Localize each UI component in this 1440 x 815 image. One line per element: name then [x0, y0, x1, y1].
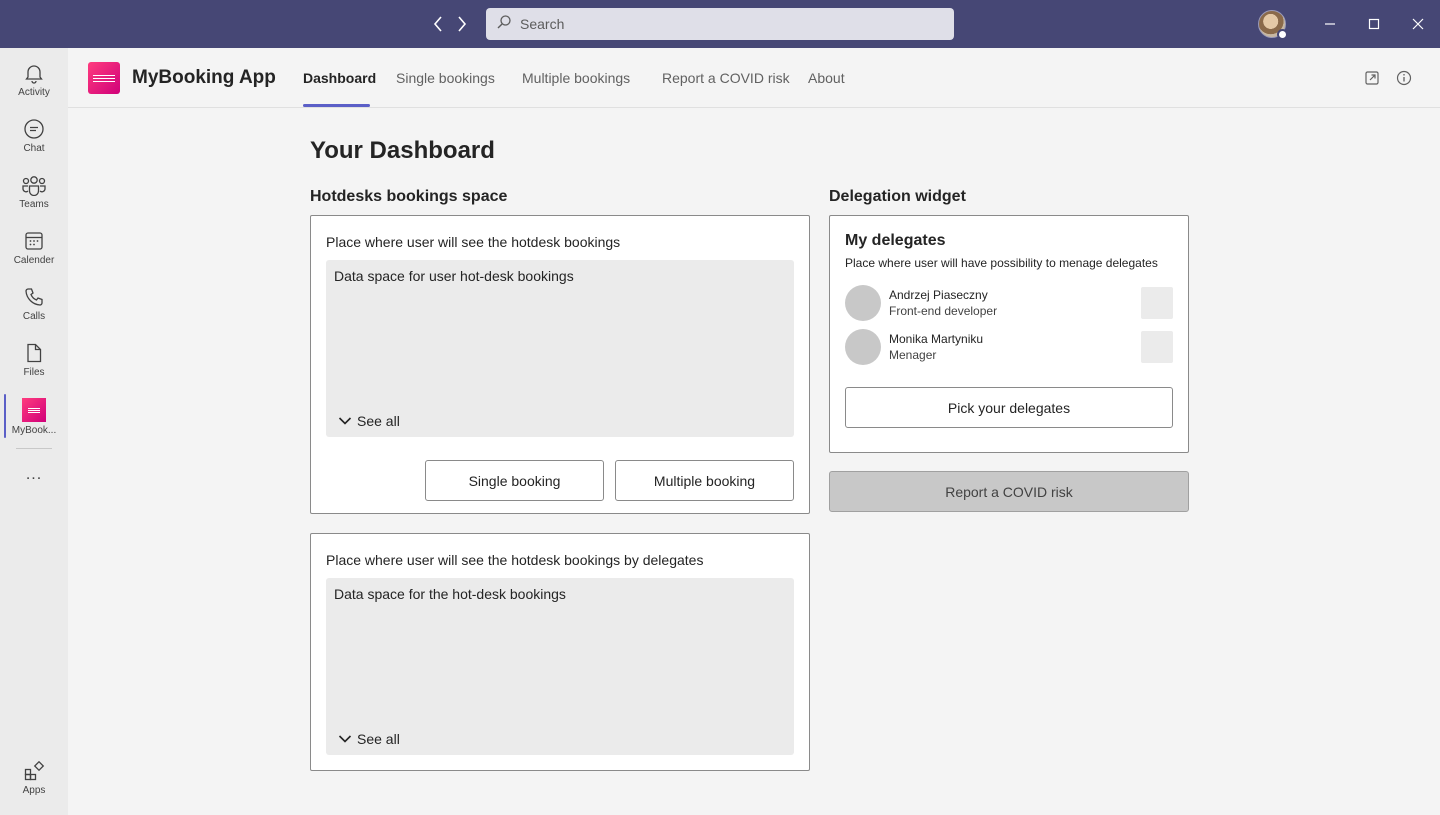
- mybooking-app-icon: [22, 398, 46, 422]
- single-booking-button[interactable]: Single booking: [425, 460, 604, 501]
- rail-item-apps[interactable]: Apps: [0, 756, 68, 808]
- title-bar: Search: [0, 0, 1440, 48]
- delegate-action-button[interactable]: [1141, 331, 1173, 363]
- rail-item-teams[interactable]: Teams: [0, 170, 68, 222]
- minimize-icon[interactable]: [1318, 12, 1342, 36]
- active-tab-indicator: [303, 104, 370, 107]
- delegate-name: Monika Martyniku: [889, 332, 984, 346]
- rail-label: Files: [23, 367, 45, 378]
- search-placeholder: Search: [520, 16, 565, 32]
- app-rail: Activity Chat Teams Calender Calls Files…: [0, 48, 68, 815]
- delegate-name: Andrzej Piaseczny: [889, 288, 988, 302]
- rail-item-calls[interactable]: Calls: [0, 282, 68, 334]
- pick-delegates-button[interactable]: Pick your delegates: [845, 387, 1173, 428]
- rail-label: Activity: [18, 87, 50, 98]
- more-icon: ...: [25, 466, 43, 483]
- search-icon: [496, 14, 512, 35]
- see-all-label: See all: [357, 413, 400, 429]
- forward-arrow-icon[interactable]: [452, 14, 472, 34]
- tab-dashboard[interactable]: Dashboard: [303, 70, 376, 86]
- multiple-booking-button[interactable]: Multiple booking: [615, 460, 794, 501]
- delegate-item: Monika Martyniku Menager: [845, 329, 1173, 365]
- presence-badge-icon: [1277, 29, 1288, 40]
- rail-label: Calls: [22, 311, 46, 322]
- card-caption: Place where user will see the hotdesk bo…: [326, 552, 704, 568]
- hotdesk-bookings-card: Place where user will see the hotdesk bo…: [310, 215, 810, 514]
- search-input[interactable]: Search: [486, 8, 954, 40]
- app-logo: [88, 62, 120, 94]
- tab-single-bookings[interactable]: Single bookings: [396, 70, 495, 86]
- delegate-role: Menager: [889, 348, 937, 362]
- rail-label: Teams: [19, 199, 49, 210]
- tab-report-covid-risk[interactable]: Report a COVID risk: [662, 70, 790, 86]
- file-icon: [27, 343, 42, 363]
- report-covid-risk-button[interactable]: Report a COVID risk: [829, 471, 1189, 512]
- apps-icon: [24, 760, 45, 781]
- chevron-down-icon: [338, 735, 352, 743]
- delegate-data-space: Data space for the hot-desk bookings See…: [326, 578, 794, 755]
- tab-multiple-bookings[interactable]: Multiple bookings: [522, 70, 630, 86]
- rail-label: Chat: [23, 143, 45, 154]
- tab-about[interactable]: About: [808, 70, 845, 86]
- chevron-down-icon: [338, 417, 352, 425]
- delegate-bookings-card: Place where user will see the hotdesk bo…: [310, 533, 810, 771]
- popout-icon[interactable]: [1363, 69, 1381, 87]
- delegation-section-title: Delegation widget: [829, 188, 966, 205]
- delegates-subtitle: Place where user will have possibility t…: [845, 256, 1158, 270]
- hotdesk-data-space: Data space for user hot-desk bookings Se…: [326, 260, 794, 437]
- rail-label: Calender: [13, 255, 55, 266]
- rail-divider: [16, 448, 52, 449]
- rail-label: MyBook...: [11, 425, 57, 436]
- rail-label: Apps: [22, 785, 46, 796]
- rail-item-activity[interactable]: Activity: [0, 58, 68, 110]
- rail-item-calendar[interactable]: Calender: [0, 226, 68, 278]
- maximize-icon[interactable]: [1362, 12, 1386, 36]
- data-space-text: Data space for user hot-desk bookings: [334, 268, 574, 284]
- card-caption: Place where user will see the hotdesk bo…: [326, 234, 621, 250]
- phone-icon: [25, 288, 43, 306]
- page-title: Your Dashboard: [310, 137, 495, 164]
- delegate-action-button[interactable]: [1141, 287, 1173, 319]
- hotdesks-section-title: Hotdesks bookings space: [310, 188, 508, 205]
- delegation-widget-card: My delegates Place where user will have …: [829, 215, 1189, 453]
- app-title: MyBooking App: [132, 67, 276, 88]
- rail-item-chat[interactable]: Chat: [0, 114, 68, 166]
- back-arrow-icon[interactable]: [428, 14, 448, 34]
- delegate-role: Front-end developer: [889, 304, 998, 318]
- delegates-title: My delegates: [845, 232, 946, 249]
- close-icon[interactable]: [1406, 12, 1430, 36]
- data-space-text: Data space for the hot-desk bookings: [334, 586, 566, 602]
- teams-icon: [22, 176, 46, 196]
- rail-item-mybooking[interactable]: MyBook...: [0, 394, 68, 446]
- see-all-button[interactable]: See all: [338, 413, 400, 429]
- app-header: MyBooking App Dashboard Single bookings …: [68, 48, 1440, 108]
- avatar: [845, 329, 881, 365]
- see-all-label: See all: [357, 731, 400, 747]
- avatar: [845, 285, 881, 321]
- info-icon[interactable]: [1395, 69, 1413, 87]
- rail-item-files[interactable]: Files: [0, 338, 68, 390]
- chat-icon: [24, 119, 44, 139]
- delegate-item: Andrzej Piaseczny Front-end developer: [845, 285, 1173, 321]
- calendar-icon: [25, 232, 43, 250]
- more-apps-button[interactable]: ...: [0, 466, 68, 492]
- bell-icon: [25, 65, 43, 84]
- see-all-button[interactable]: See all: [338, 731, 400, 747]
